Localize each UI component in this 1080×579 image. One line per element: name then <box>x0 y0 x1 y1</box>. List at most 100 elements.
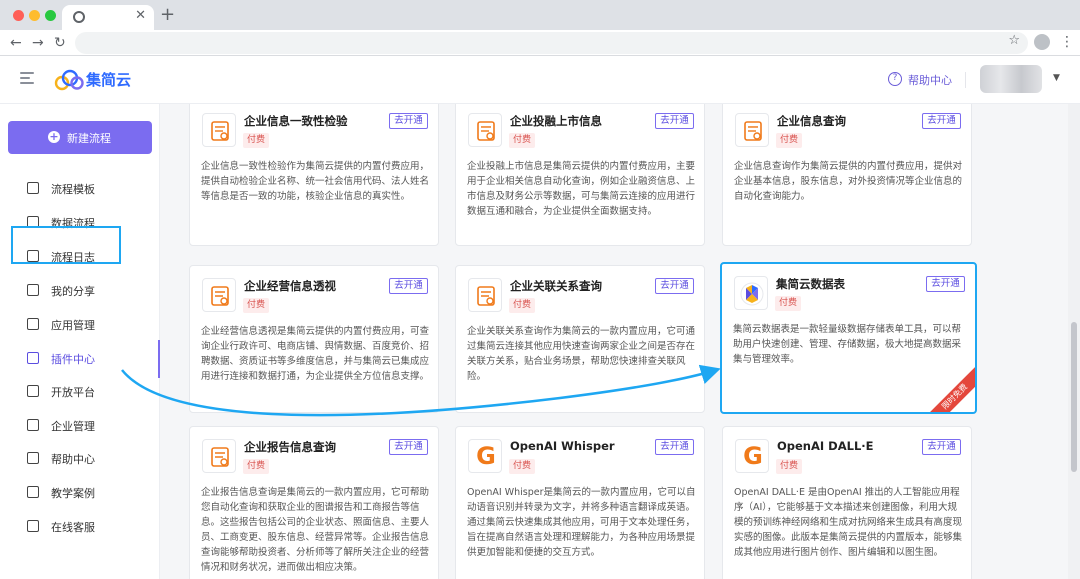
sidebar-item-label: 企业管理 <box>51 420 95 433</box>
sidebar-item-label: 流程模板 <box>51 183 95 196</box>
browser-menu-icon[interactable]: ⋮ <box>1060 33 1074 51</box>
sidebar-item-0[interactable]: 流程模板 <box>0 174 160 204</box>
scrollbar-thumb[interactable] <box>1071 322 1077 472</box>
card-description: OpenAI DALL·E 是由OpenAI 推出的人工智能应用程序（AI），它… <box>734 487 963 558</box>
brand-name: 集简云 <box>86 71 132 89</box>
plugin-card[interactable]: 企业投融上市信息 付费 去开通 企业投融上市信息是集简云提供的内置付费应用，主要用于企… <box>455 104 705 246</box>
document-search-icon <box>202 278 236 312</box>
sidebar-item-label: 在线客服 <box>51 521 95 534</box>
new-tab-icon[interactable]: + <box>160 5 175 25</box>
sidebar-item-label: 帮助中心 <box>51 453 95 466</box>
sidebar-item-3[interactable]: 我的分享 <box>0 276 160 306</box>
card-description: 企业经营信息透视是集简云提供的内置付费应用，可查询企业行政许可、电商店铺、舆情数… <box>201 326 430 382</box>
help-circle-icon[interactable]: ? <box>888 72 902 86</box>
sidebar-item-9[interactable]: 教学案例 <box>0 478 160 508</box>
sidebar: + 新建流程 流程模板 数据流程 流程日志 我的分享 应用管理 插件中心 开放平台 企业管理帮… <box>0 104 160 579</box>
sidebar-item-5[interactable]: 插件中心 <box>0 340 160 378</box>
activate-button[interactable]: 去开通 <box>655 278 694 294</box>
highlight-box <box>11 226 121 264</box>
paid-badge: 付费 <box>243 459 270 474</box>
activate-button[interactable]: 去开通 <box>926 276 965 292</box>
card-description: 企业信息一致性检验作为集简云提供的内置付费应用，提供自动检验企业名称、统一社会信… <box>201 161 430 202</box>
tab-close-icon[interactable]: ✕ <box>135 8 146 24</box>
sidebar-item-10[interactable]: 在线客服 <box>0 512 160 542</box>
sidebar-item-label: 插件中心 <box>51 353 95 366</box>
document-search-icon <box>468 113 502 147</box>
card-title: 集简云数据表 <box>776 277 845 291</box>
browser-tab-bar: ✕ + <box>0 0 1080 30</box>
user-avatar[interactable] <box>980 65 1042 93</box>
scrollbar[interactable] <box>1068 104 1080 579</box>
activate-button[interactable]: 去开通 <box>389 278 428 294</box>
activate-button[interactable]: 去开通 <box>389 113 428 129</box>
close-window-icon[interactable] <box>13 10 24 21</box>
sidebar-item-4[interactable]: 应用管理 <box>0 310 160 340</box>
brand-logo-icon <box>54 69 84 91</box>
monitor-icon <box>27 486 39 498</box>
maximize-window-icon[interactable] <box>45 10 56 21</box>
card-title: OpenAI Whisper <box>510 439 615 453</box>
plugin-icon <box>27 352 39 364</box>
grid-icon <box>27 318 39 330</box>
help-center-link[interactable]: 帮助中心 <box>908 72 952 88</box>
openai-g-icon: G <box>468 439 502 473</box>
paid-badge: 付费 <box>243 133 270 148</box>
activate-button[interactable]: 去开通 <box>922 439 961 455</box>
document-search-icon <box>202 113 236 147</box>
app-header: 集简云 ? 帮助中心 ▼ <box>0 56 1080 104</box>
jijianyun-datatable-icon <box>734 276 768 310</box>
sidebar-item-6[interactable]: 开放平台 <box>0 377 160 407</box>
bookmark-star-icon[interactable]: ☆ <box>1008 33 1020 48</box>
reload-icon[interactable]: ↻ <box>54 34 66 52</box>
document-search-icon <box>202 439 236 473</box>
code-icon <box>27 385 39 397</box>
activate-button[interactable]: 去开通 <box>655 439 694 455</box>
chevron-down-icon[interactable]: ▼ <box>1053 73 1060 83</box>
limited-free-ribbon: 限时免费 <box>923 365 975 412</box>
browser-address-bar: ← → ↻ ☆ ⋮ <box>0 30 1080 56</box>
openai-g-icon: G <box>735 439 769 473</box>
new-flow-button[interactable]: + 新建流程 <box>8 121 152 154</box>
sidebar-item-7[interactable]: 企业管理 <box>0 411 160 441</box>
plugin-card[interactable]: 企业信息一致性检验 付费 去开通企业信息一致性检验作为集简云提供的内置付费应用，提供… <box>189 104 439 246</box>
card-description: 集简云数据表是一款轻量级数据存储表单工具，可以帮助用户快速创建、管理、存储数据，… <box>733 324 962 365</box>
card-title: 企业关联关系查询 <box>510 279 602 293</box>
profile-avatar-icon[interactable] <box>1034 34 1050 50</box>
shield-icon <box>27 419 39 431</box>
plugin-card[interactable]: 企业关联关系查询 付费 去开通 企业关联关系查询作为集简云的一款内置应用，它可通过集简… <box>455 265 705 413</box>
plugin-card[interactable]: 企业信息查询 付费 去开通 企业信息查询作为集简云提供的内置付费应用，提供对企业基本信… <box>722 104 972 246</box>
headset-icon <box>27 520 39 532</box>
url-input[interactable]: ☆ <box>75 32 1028 54</box>
share-icon <box>27 284 39 296</box>
plugin-grid: 企业信息一致性检验 付费 去开通 企业信息一致性检验作为集简云提供的内置付费应用，提供… <box>160 104 1068 579</box>
sidebar-item-label: 开放平台 <box>51 386 95 399</box>
activate-button[interactable]: 去开通 <box>389 439 428 455</box>
card-title: 企业信息一致性检验 <box>244 114 348 128</box>
card-description: 企业关联关系查询作为集简云的一款内置应用，它可通过集简云连接其他应用快速查询两家… <box>467 326 696 382</box>
back-icon[interactable]: ← <box>10 34 22 52</box>
template-icon <box>27 182 39 194</box>
plugin-card[interactable]: 集简云数据表 付费 去开通 集简云数据表是一款轻量级数据存储表单工具，可以帮助用户快速… <box>720 262 977 414</box>
paid-badge: 付费 <box>509 459 536 474</box>
help-icon <box>27 452 39 464</box>
sidebar-item-8[interactable]: 帮助中心 <box>0 444 160 474</box>
card-description: 企业报告信息查询是集简云的一款内置应用，它可帮助您自动化查询和获取企业的图谱报告… <box>201 487 430 573</box>
plugin-card[interactable]: 企业报告信息查询 付费 去开通企业报告信息查询是集简云的一款内置应用，它可帮助您自动… <box>189 426 439 579</box>
paid-badge: 付费 <box>776 459 803 474</box>
card-description: 企业信息查询作为集简云提供的内置付费应用，提供对企业基本信息，股东信息，对外投资… <box>734 161 963 202</box>
activate-button[interactable]: 去开通 <box>655 113 694 129</box>
plugin-card[interactable]: G OpenAI Whisper 付费 去开通 OpenAI Whisper是集简云的一… <box>455 426 705 579</box>
card-title: 企业报告信息查询 <box>244 440 336 454</box>
hamburger-menu-icon[interactable] <box>20 72 34 86</box>
activate-button[interactable]: 去开通 <box>922 113 961 129</box>
plugin-card[interactable]: G OpenAI DALL·E 付费 去开通 OpenAI DALL·E 是由OpenA… <box>722 426 972 579</box>
forward-icon[interactable]: → <box>32 34 44 52</box>
paid-badge: 付费 <box>509 133 536 148</box>
card-title: OpenAI DALL·E <box>777 439 874 453</box>
card-description: OpenAI Whisper是集简云的一款内置应用，它可以自动语音识别并转录为文… <box>467 487 696 558</box>
card-title: 企业信息查询 <box>777 114 846 128</box>
minimize-window-icon[interactable] <box>29 10 40 21</box>
document-search-icon <box>735 113 769 147</box>
browser-tab[interactable]: ✕ <box>62 5 154 30</box>
plugin-card[interactable]: 企业经营信息透视 付费 去开通 企业经营信息透视是集简云提供的内置付费应用，可查询企业… <box>189 265 439 413</box>
